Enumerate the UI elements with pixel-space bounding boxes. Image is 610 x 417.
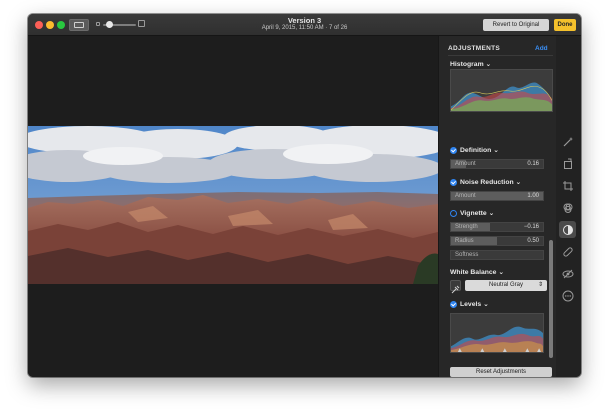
- divider: [448, 55, 553, 56]
- photo-canvas[interactable]: [28, 36, 438, 377]
- chevron-icon: ⌄: [488, 210, 495, 217]
- vignette-strength-slider[interactable]: Strength −0.16: [450, 222, 544, 232]
- levels-label: Levels: [460, 301, 482, 308]
- histogram-label: Histogram: [450, 61, 484, 68]
- retouch-icon[interactable]: [562, 246, 574, 258]
- levels-checkbox[interactable]: [450, 301, 457, 308]
- vignette-radius-value: 0.50: [527, 238, 539, 244]
- histogram-section-header[interactable]: Histogram ⌄: [450, 60, 491, 68]
- vignette-strength-value: −0.16: [523, 224, 539, 230]
- noise-reduction-amount-label: Amount: [455, 193, 476, 199]
- vignette-radius-slider[interactable]: Radius 0.50: [450, 236, 544, 246]
- vignette-radius-label: Radius: [455, 238, 474, 244]
- rotate-icon[interactable]: [562, 158, 574, 170]
- done-button[interactable]: Done: [554, 19, 576, 31]
- levels-section-header[interactable]: Levels ⌄: [460, 300, 489, 308]
- noise-reduction-label: Noise Reduction: [460, 179, 514, 186]
- photos-edit-window: Version 3 April 9, 2015, 11:50 AM · 7 of…: [28, 14, 581, 377]
- revert-to-original-button[interactable]: Revert to Original: [483, 19, 549, 31]
- white-balance-value: Neutral Gray: [488, 282, 523, 288]
- panel-scrollbar[interactable]: [549, 240, 553, 358]
- adjust-icon[interactable]: [562, 224, 574, 236]
- add-adjustment-button[interactable]: Add: [535, 45, 548, 52]
- vignette-softness-slider[interactable]: Softness: [450, 250, 544, 260]
- red-eye-icon[interactable]: [562, 268, 574, 280]
- chevron-icon: ⌄: [515, 179, 522, 186]
- vignette-checkbox[interactable]: [450, 210, 457, 217]
- vignette-section-header[interactable]: Vignette ⌄: [460, 209, 494, 217]
- chevron-icon: ⌄: [485, 61, 492, 68]
- definition-label: Definition: [460, 147, 492, 154]
- vignette-label: Vignette: [460, 210, 487, 217]
- magic-wand-icon[interactable]: [562, 136, 574, 148]
- reset-adjustments-button[interactable]: Reset Adjustments: [450, 367, 552, 377]
- chevron-icon: ⌄: [483, 301, 489, 308]
- chevron-icon: ⌄: [498, 269, 505, 276]
- noise-reduction-section-header[interactable]: Noise Reduction ⌄: [460, 178, 521, 186]
- more-icon[interactable]: [562, 290, 574, 302]
- noise-reduction-amount-value: 1.00: [527, 193, 539, 199]
- stepper-icon: ⇕: [537, 282, 543, 288]
- filters-icon[interactable]: [562, 202, 574, 214]
- definition-checkbox[interactable]: [450, 147, 457, 154]
- edit-tools-bar: [556, 36, 581, 377]
- definition-amount-slider[interactable]: Amount 0.16: [450, 159, 544, 169]
- eyedropper-icon: [451, 285, 460, 294]
- white-balance-select[interactable]: Neutral Gray ⇕: [465, 280, 547, 291]
- noise-reduction-amount-slider[interactable]: Amount 1.00: [450, 191, 544, 201]
- definition-amount-value: 0.16: [527, 161, 539, 167]
- noise-reduction-checkbox[interactable]: [450, 179, 457, 186]
- white-balance-label: White Balance: [450, 269, 497, 276]
- adjustments-header: ADJUSTMENTS: [448, 45, 501, 52]
- chevron-icon: ⌄: [493, 147, 499, 154]
- definition-amount-label: Amount: [455, 161, 476, 167]
- title-bar: Version 3 April 9, 2015, 11:50 AM · 7 of…: [28, 14, 581, 36]
- white-balance-section-header[interactable]: White Balance ⌄: [450, 268, 504, 276]
- eyedropper-button[interactable]: [450, 280, 461, 294]
- landscape-photo: [28, 126, 438, 284]
- vignette-softness-label: Softness: [455, 252, 479, 258]
- crop-icon[interactable]: [562, 180, 574, 192]
- vignette-strength-label: Strength: [455, 224, 478, 230]
- histogram-chart: [450, 69, 553, 112]
- adjustments-panel: ADJUSTMENTS Add Histogram ⌄ Definition ⌄…: [438, 36, 556, 377]
- definition-section-header[interactable]: Definition ⌄: [460, 146, 499, 154]
- levels-histogram[interactable]: [450, 313, 544, 353]
